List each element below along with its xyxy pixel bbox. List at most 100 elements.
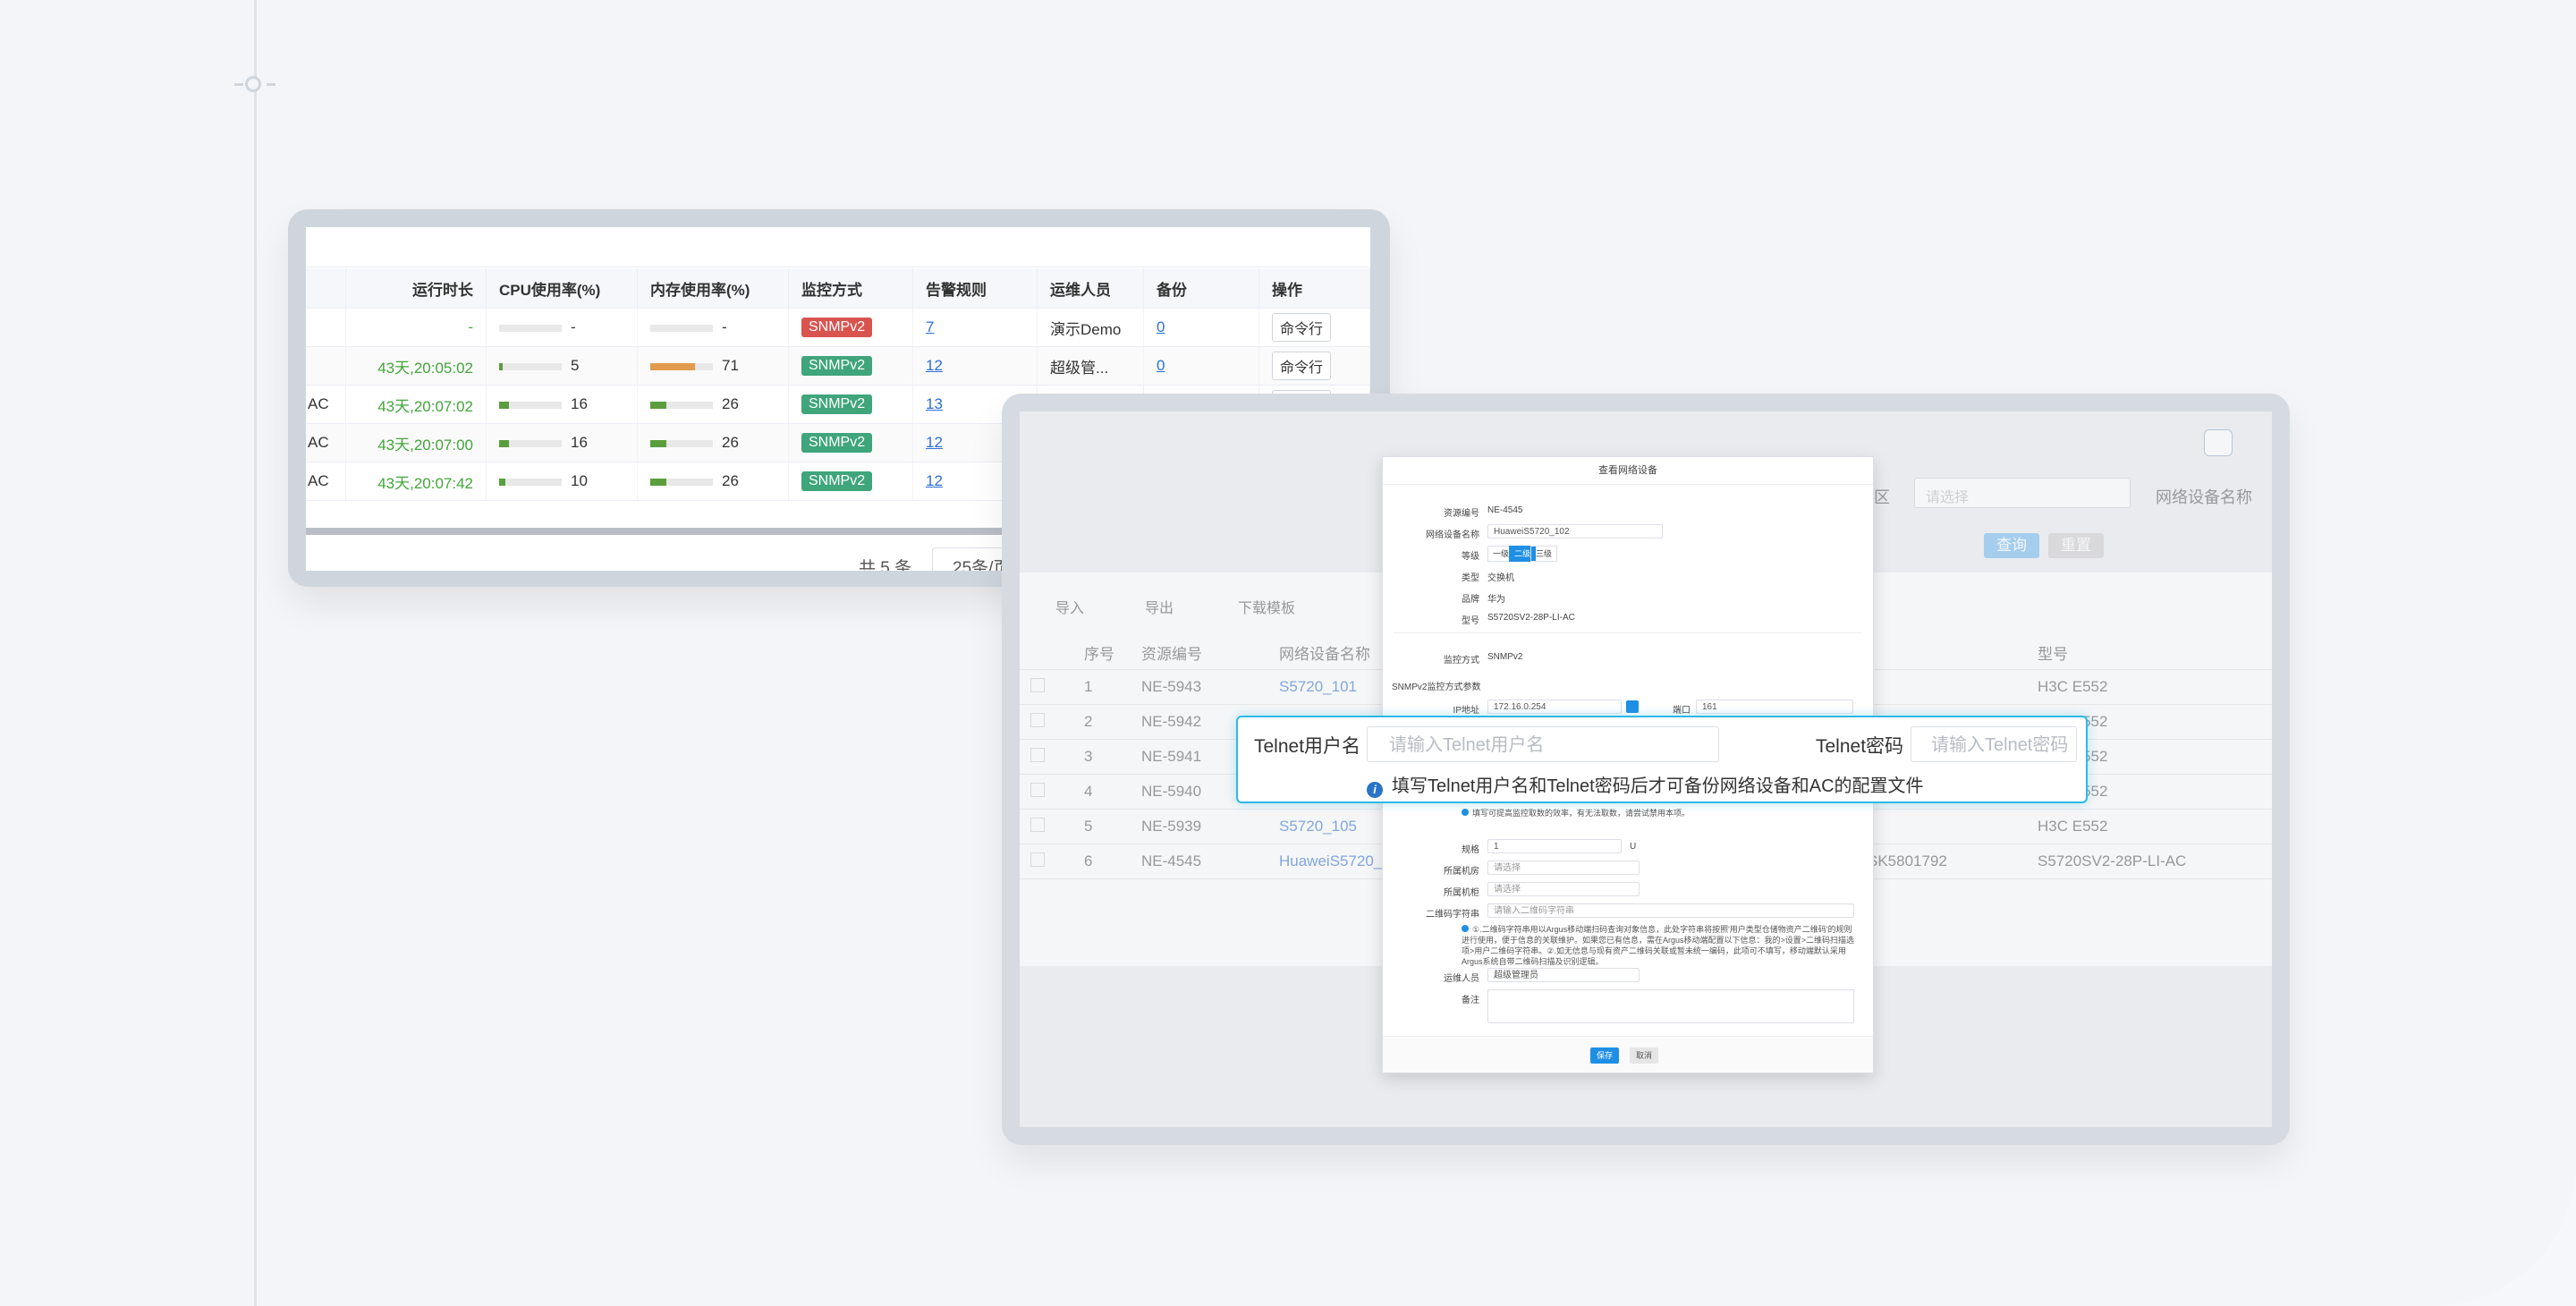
row-checkbox[interactable] <box>1020 809 1073 844</box>
rule-link[interactable]: 7 <box>926 318 934 335</box>
ops-label: 运维人员 <box>1444 974 1479 984</box>
level-label: 等级 <box>1462 552 1479 562</box>
telnet-user-input[interactable]: 请输入Telnet用户名 <box>1367 726 1719 762</box>
dialog-title: 查看网络设备 <box>1383 457 1873 485</box>
monitor-badge: SNMPv2 <box>801 356 873 376</box>
model-value: S5720SV2-28P-LI-AC <box>1487 613 1575 623</box>
action-cell: 命令行 <box>1258 346 1370 386</box>
row-checkbox[interactable] <box>1020 739 1073 775</box>
monitor-badge: SNMPv2 <box>801 318 873 337</box>
list-cell: 2 <box>1073 704 1131 740</box>
mem-cell: 26 <box>637 423 789 462</box>
uptime-cell: 43天,20:07:42 <box>345 462 487 501</box>
remark-textarea[interactable] <box>1487 989 1854 1023</box>
rule-link[interactable]: 12 <box>926 472 943 489</box>
query-button[interactable]: 查询 <box>1984 533 2039 558</box>
rule-cell: 7 <box>912 308 1038 347</box>
col-rule[interactable]: 告警规则 <box>912 268 1038 309</box>
col-user[interactable]: 运维人员 <box>1037 268 1144 309</box>
mem-bar <box>650 324 713 332</box>
port-input[interactable]: 161 <box>1696 700 1853 714</box>
rule-link[interactable]: 12 <box>926 434 943 451</box>
cpu-bar <box>499 362 562 370</box>
rule-cell: 12 <box>912 346 1038 386</box>
monitor-cell: SNMPv2 <box>788 385 913 424</box>
list-cell: NE-4545 <box>1131 844 1268 879</box>
spec-label: 规格 <box>1462 845 1479 855</box>
reset-button[interactable]: 重置 <box>2048 533 2104 558</box>
col-action: 操作 <box>1258 268 1370 309</box>
port-label: 端口 <box>1673 706 1690 716</box>
telnet-callout: Telnet用户名 请输入Telnet用户名 Telnet密码 请输入Telne… <box>1236 716 2088 803</box>
command-line-button[interactable]: 命令行 <box>1272 352 1332 380</box>
col-uptime[interactable]: 运行时长 <box>345 268 487 309</box>
remark-label: 备注 <box>1462 996 1479 1005</box>
backup-link[interactable]: 0 <box>1157 318 1165 335</box>
ip-label: IP地址 <box>1453 706 1479 716</box>
room-select[interactable]: 请选择 <box>1487 861 1640 875</box>
monitor-cell: SNMPv2 <box>788 308 913 347</box>
cpu-bar <box>499 478 562 486</box>
timeline-line <box>254 0 257 1306</box>
download-template-button[interactable]: 下载模板 <box>1238 596 1295 617</box>
copy-icon[interactable] <box>1626 700 1639 713</box>
col-cpu[interactable]: CPU使用率(%) <box>486 268 638 309</box>
rule-link[interactable]: 13 <box>926 395 943 412</box>
col-prefix <box>306 268 346 309</box>
telnet-note-text: 填写Telnet用户名和Telnet密码后才可备份网络设备和AC的配置文件 <box>1392 776 1924 796</box>
list-cell: H3C E552 <box>2027 669 2272 705</box>
level-3-option[interactable]: 三级 <box>1530 546 1558 562</box>
row-checkbox[interactable] <box>1020 844 1073 879</box>
table-row: 43天,20:05:02571 SNMPv2 12 超级管...0+ 命令行 <box>306 346 1370 386</box>
row-checkbox[interactable] <box>1020 704 1073 740</box>
spec-input[interactable]: 1 <box>1487 839 1622 853</box>
monitor-badge: SNMPv2 <box>801 394 873 414</box>
room-label: 所属机房 <box>1444 867 1479 877</box>
filter-select[interactable]: 请选择 <box>1914 478 2131 508</box>
row-checkbox[interactable] <box>1020 774 1073 810</box>
rule-link[interactable]: 12 <box>926 357 943 374</box>
device-name-input[interactable]: HuaweiS5720_102 <box>1487 524 1663 539</box>
monitor-cell: SNMPv2 <box>788 462 913 501</box>
table-toolbar <box>306 227 1370 267</box>
backup-link[interactable]: 0 <box>1157 357 1165 374</box>
cpu-cell: 5 <box>486 346 638 386</box>
import-button[interactable]: 导入 <box>1055 596 1084 617</box>
col-monitor[interactable]: 监控方式 <box>788 268 913 309</box>
col-resource-no: 资源编号 <box>1131 635 1268 670</box>
uptime-cell: - <box>345 308 487 347</box>
doc-icon[interactable] <box>2204 429 2233 456</box>
list-cell: 4 <box>1073 774 1131 810</box>
type-label: 类型 <box>1462 573 1479 583</box>
export-button[interactable]: 导出 <box>1145 596 1174 617</box>
ip-input[interactable]: 172.16.0.254 <box>1487 700 1622 714</box>
col-backup[interactable]: 备份 <box>1143 268 1259 309</box>
telnet-password-input[interactable]: 请输入Telnet密码 <box>1911 726 2077 762</box>
spec-unit: U <box>1630 842 1637 852</box>
backup-cell: 0+ <box>1143 308 1259 347</box>
qr-label: 二维码字符串 <box>1426 910 1479 920</box>
select-all-checkbox[interactable] <box>1020 635 1073 670</box>
canvas: 运行时长 CPU使用率(%) 内存使用率(%) 监控方式 告警规则 运维人员 备… <box>0 0 2576 1306</box>
cpu-cell: 16 <box>486 385 638 424</box>
cpu-bar <box>499 401 562 409</box>
mem-bar <box>650 362 713 370</box>
uptime-cell: 43天,20:05:02 <box>345 346 487 386</box>
row-prefix <box>306 308 346 347</box>
list-cell: NE-5939 <box>1131 809 1268 844</box>
col-mem[interactable]: 内存使用率(%) <box>637 268 789 309</box>
mem-cell: 26 <box>637 462 789 501</box>
cabinet-label: 所属机柜 <box>1444 888 1479 898</box>
cancel-button[interactable]: 取消 <box>1630 1047 1659 1064</box>
command-line-button[interactable]: 命令行 <box>1272 313 1332 342</box>
qr-input[interactable]: 请输入二维码字符串 <box>1487 903 1854 918</box>
device-name-label: 网络设备名称 <box>1426 530 1479 540</box>
save-button[interactable]: 保存 <box>1590 1047 1620 1064</box>
cabinet-select[interactable]: 请选择 <box>1487 882 1640 896</box>
brand-value: 华为 <box>1487 595 1505 605</box>
divider <box>1394 632 1862 633</box>
info-icon: i <box>1367 782 1383 798</box>
ops-select[interactable]: 超级管理员 <box>1487 968 1640 982</box>
snmp-section-title: SNMPv2监控方式参数 <box>1392 683 1481 692</box>
row-checkbox[interactable] <box>1020 669 1073 705</box>
